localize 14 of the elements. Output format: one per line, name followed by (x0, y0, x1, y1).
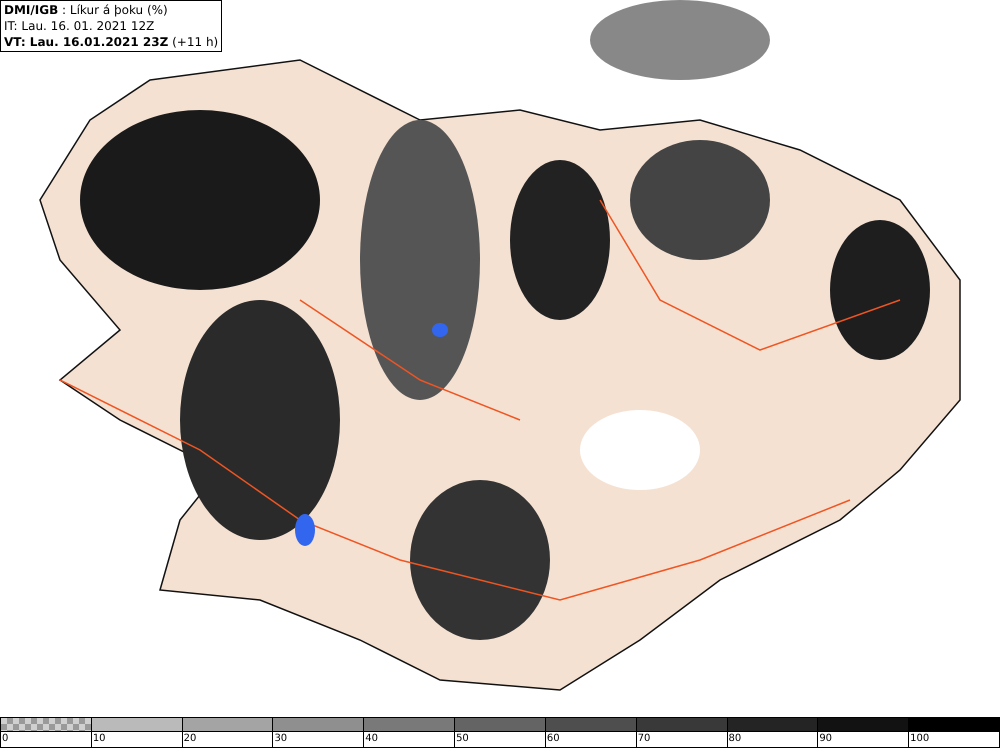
info-text: VT: Lau. 16.01.2021 23Z (+11 h) (4, 34, 218, 50)
legend-label: 100 (910, 733, 930, 744)
legend-label: 40 (365, 733, 378, 744)
legend-label: 50 (456, 733, 469, 744)
legend-label: 80 (728, 733, 742, 744)
legend-label: 10 (92, 733, 106, 744)
legend-label: 30 (274, 733, 288, 744)
legend-label: 0 (2, 733, 8, 744)
legend-label: 90 (819, 733, 832, 744)
legend-label: 70 (638, 733, 650, 744)
legend-label: 60 (546, 733, 560, 744)
legend-label: 20 (184, 733, 196, 744)
info-text: DMI/IGB : Líkur á þoku (%) (4, 2, 169, 18)
info-text: IT: Lau. 16. 01. 2021 12Z (4, 18, 156, 34)
